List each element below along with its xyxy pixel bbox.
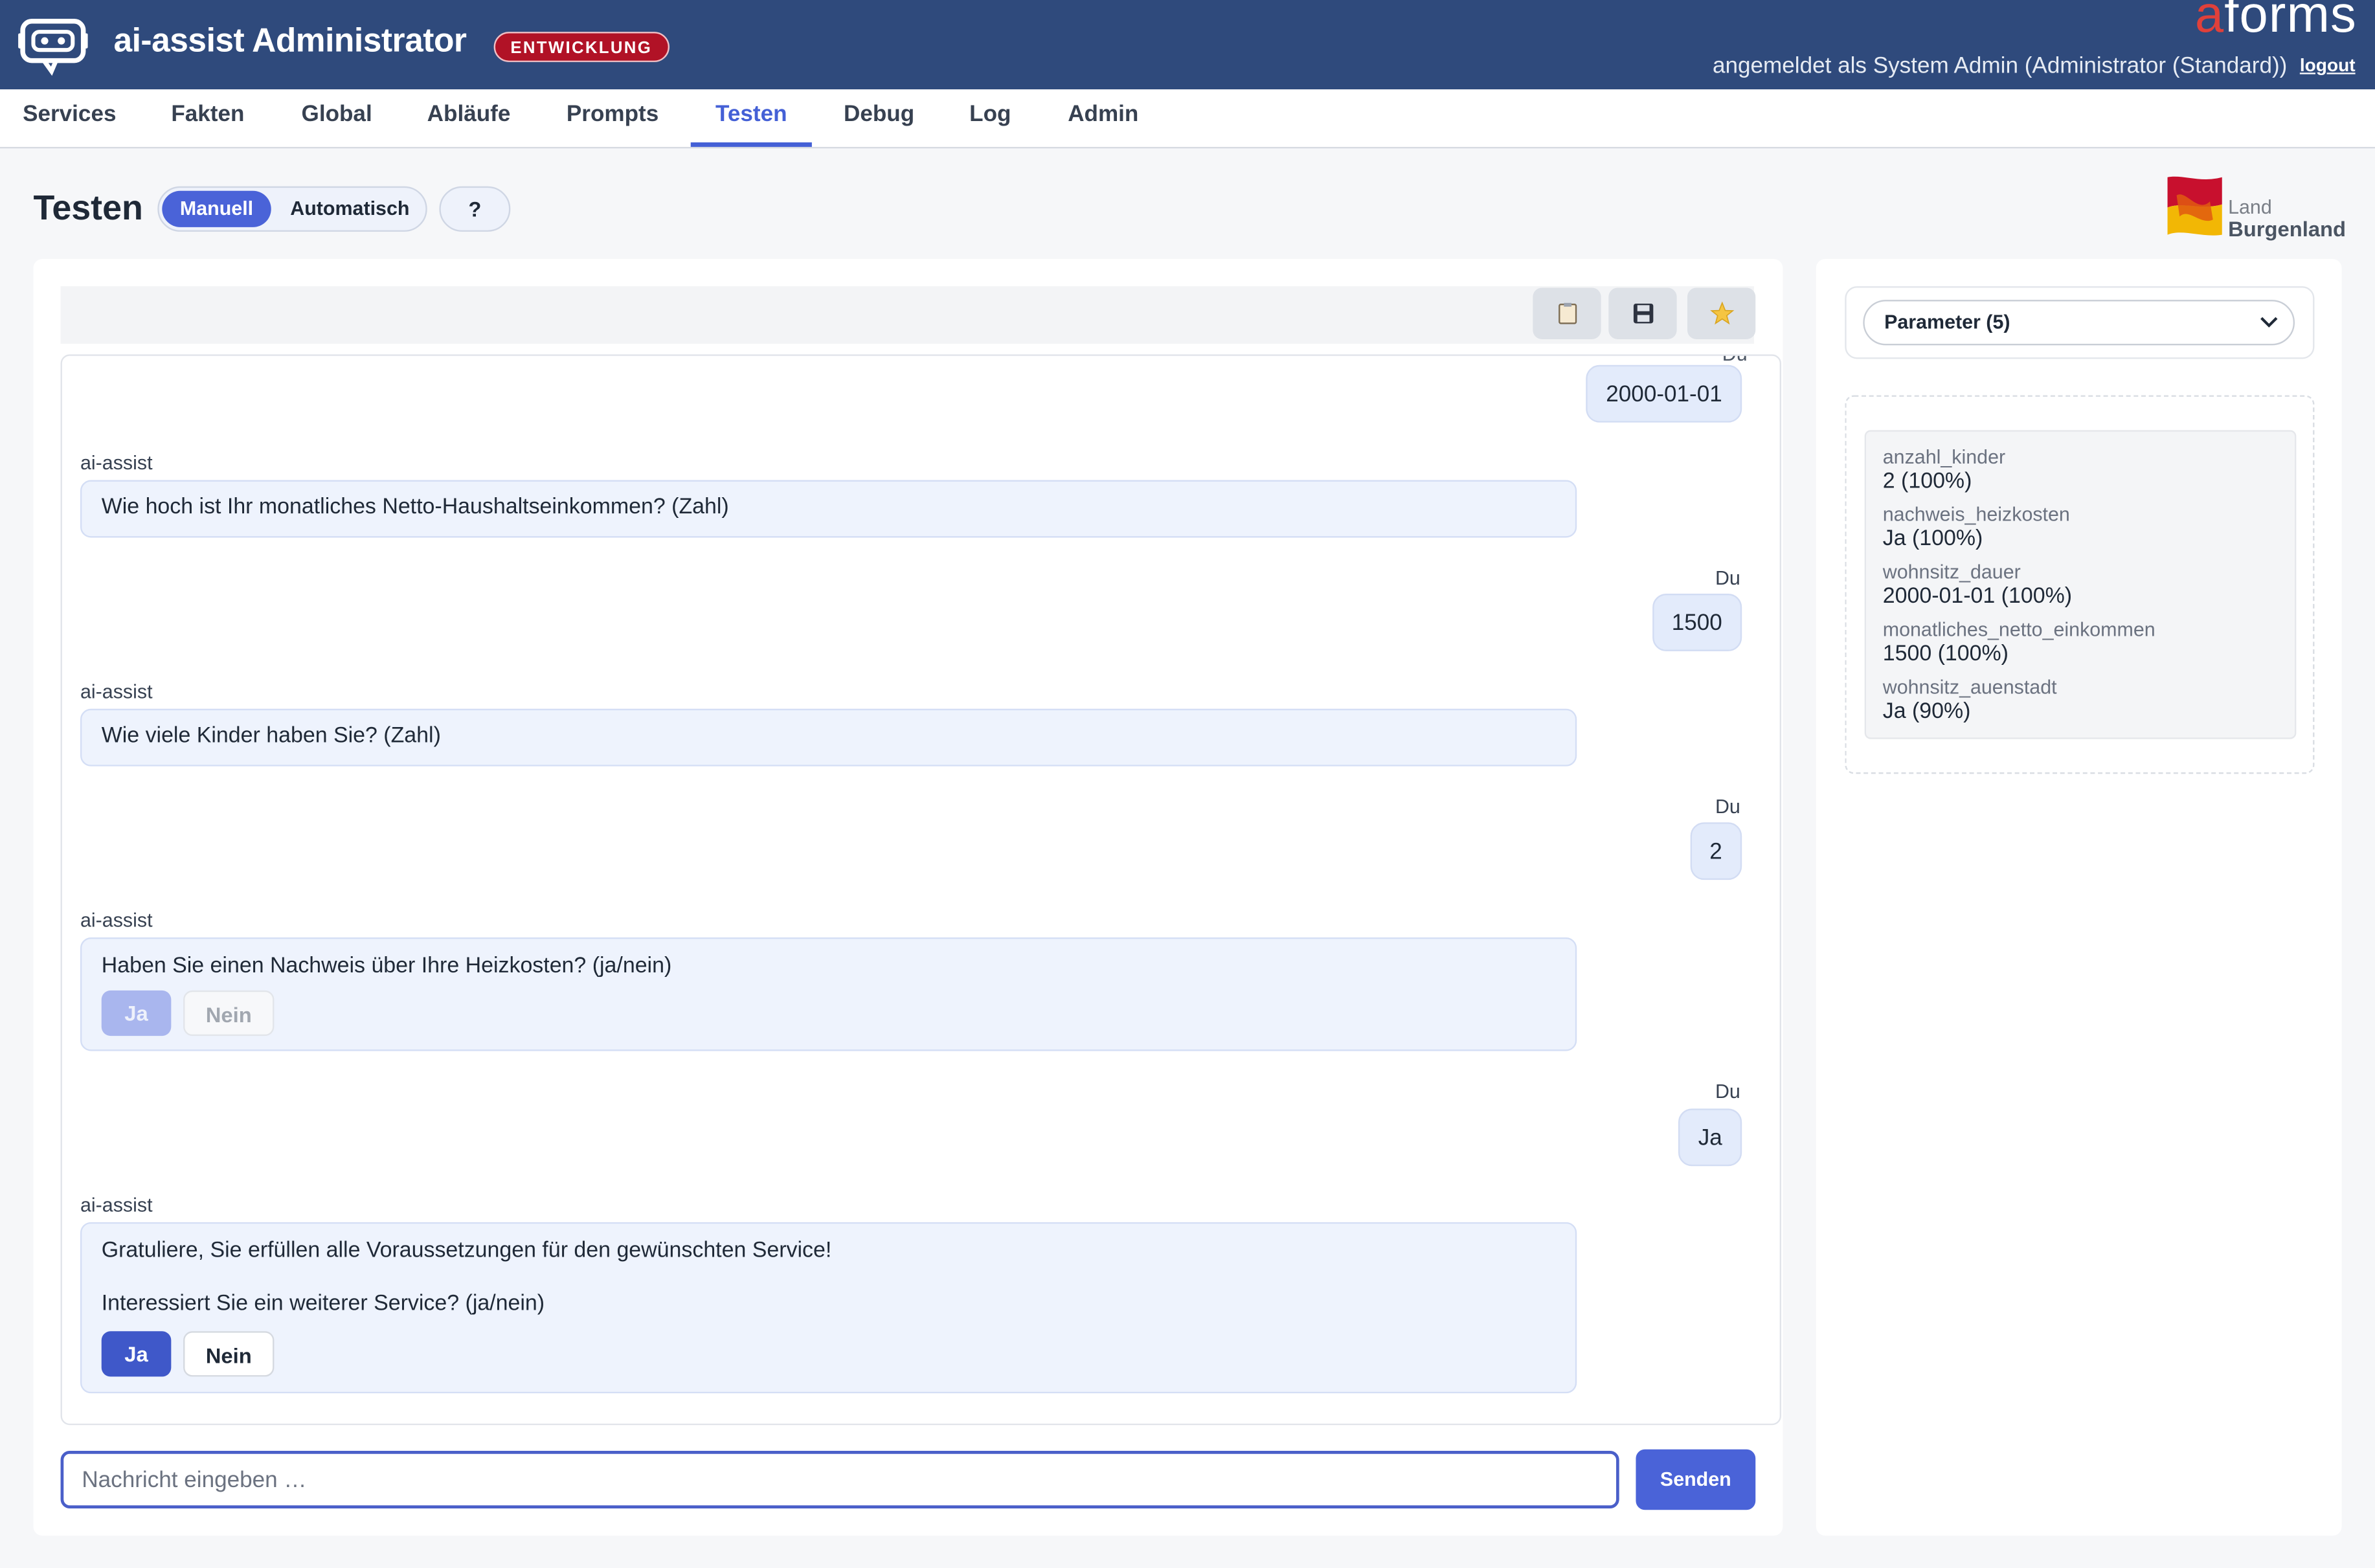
message-sender-label: ai-assist [80, 451, 153, 475]
user-message-bubble: 2000-01-01 [1586, 364, 1742, 423]
brand-logo-rest: forms [2224, 0, 2357, 44]
chat-toolbar [60, 286, 1754, 344]
fact-value: 1500 (100%) [1882, 642, 2009, 667]
nav-global[interactable]: Global [302, 89, 372, 147]
fact-key: monatliches_netto_einkommen [1882, 618, 2156, 641]
save-button[interactable] [1608, 287, 1677, 340]
chat-messages[interactable]: Du 2000-01-01 ai-assist Wie hoch ist Ihr… [60, 354, 1782, 1426]
message-sender-label: Du [1722, 356, 1748, 365]
fact-value: 2 (100%) [1882, 469, 1972, 494]
brand-logo: aforms [2195, 0, 2357, 45]
bot-message-text: Interessiert Sie ein weiterer Service? (… [101, 1292, 545, 1316]
bot-message-bubble: Wie hoch ist Ihr monatliches Netto-Haush… [80, 480, 1577, 538]
answer-no-button[interactable]: Nein [183, 1331, 275, 1377]
bot-message-bubble: Gratuliere, Sie erfüllen alle Voraussetz… [80, 1222, 1577, 1394]
nav-fakten[interactable]: Fakten [171, 89, 244, 147]
message-sender-label: ai-assist [80, 680, 153, 703]
chevron-down-icon[interactable] [2257, 309, 2281, 333]
message-sender-label: Du [1715, 1079, 1740, 1103]
message-input[interactable] [60, 1451, 1619, 1508]
bot-message-bubble: Haben Sie einen Nachweis über Ihre Heizk… [80, 937, 1577, 1051]
logo-burgenland-text: Burgenland [2228, 216, 2347, 241]
answer-yes-button[interactable]: Ja [101, 990, 172, 1036]
star-icon [1709, 301, 1734, 324]
logo-land-text: Land [2228, 195, 2272, 218]
fact-value: 2000-01-01 (100%) [1882, 584, 2073, 609]
robot-logo-icon [18, 19, 88, 76]
nav-log[interactable]: Log [969, 89, 1011, 147]
logged-in-user: angemeldet als System Admin (Administrat… [1712, 52, 2288, 79]
burgenland-logo: Land Burgenland [2165, 174, 2361, 242]
message-sender-label: ai-assist [80, 908, 153, 932]
clipboard-button[interactable] [1533, 287, 1601, 340]
favorite-button[interactable] [1687, 287, 1756, 340]
nav-debug[interactable]: Debug [844, 89, 914, 147]
answer-yes-button[interactable]: Ja [101, 1331, 172, 1377]
help-button[interactable]: ? [439, 186, 511, 232]
nav-ablaeufe[interactable]: Abläufe [427, 89, 511, 147]
fact-key: wohnsitz_dauer [1882, 560, 2021, 583]
message-sender-label: ai-assist [80, 1193, 153, 1216]
mode-manual-button[interactable]: Manuell [162, 190, 271, 227]
burgenland-flag-icon [2167, 176, 2222, 236]
fact-key: nachweis_heizkosten [1882, 502, 2070, 526]
top-header: ai-assist Administrator ENTWICKLUNG afor… [0, 0, 2375, 90]
environment-badge: ENTWICKLUNG [493, 32, 669, 62]
bot-message-text: Wie viele Kinder haben Sie? (Zahl) [101, 724, 441, 748]
logout-link[interactable]: logout [2300, 54, 2356, 76]
message-sender-label: Du [1715, 566, 1740, 589]
fact-key: wohnsitz_auenstadt [1882, 675, 2057, 699]
brand-logo-first: a [2194, 0, 2225, 44]
bot-message-text: Wie hoch ist Ihr monatliches Netto-Haush… [101, 495, 729, 520]
clipboard-icon [1557, 302, 1577, 324]
nav-admin[interactable]: Admin [1068, 89, 1138, 147]
app-title: ai-assist Administrator [113, 21, 467, 60]
fact-value: Ja (90%) [1882, 699, 1971, 724]
bot-message-text: Haben Sie einen Nachweis über Ihre Heizk… [101, 954, 672, 979]
bot-message-text: Gratuliere, Sie erfüllen alle Voraussetz… [101, 1238, 832, 1263]
save-icon [1632, 303, 1653, 323]
user-message-bubble: Ja [1678, 1108, 1742, 1167]
main-nav: Services Fakten Global Abläufe Prompts T… [0, 89, 2375, 149]
nav-prompts[interactable]: Prompts [567, 89, 658, 147]
user-message-bubble: 2 [1689, 822, 1742, 880]
mode-automatic-button[interactable]: Automatisch [277, 191, 423, 227]
send-button[interactable]: Senden [1636, 1449, 1756, 1510]
nav-testen[interactable]: Testen [690, 89, 812, 147]
nav-services[interactable]: Services [23, 89, 116, 147]
user-message-bubble: 1500 [1652, 594, 1742, 651]
fact-key: anzahl_kinder [1882, 445, 2006, 468]
answer-no-button[interactable]: Nein [183, 990, 275, 1036]
message-sender-label: Du [1715, 795, 1740, 818]
fact-value: Ja (100%) [1882, 527, 1983, 552]
app-root: ai-assist Administrator ENTWICKLUNG afor… [0, 0, 2375, 1567]
bot-message-bubble: Wie viele Kinder haben Sie? (Zahl) [80, 708, 1577, 767]
mode-toggle: Manuell Automatisch [157, 186, 427, 232]
parameter-select[interactable]: Parameter (5) [1863, 300, 2295, 346]
page-title: Testen [33, 188, 143, 227]
